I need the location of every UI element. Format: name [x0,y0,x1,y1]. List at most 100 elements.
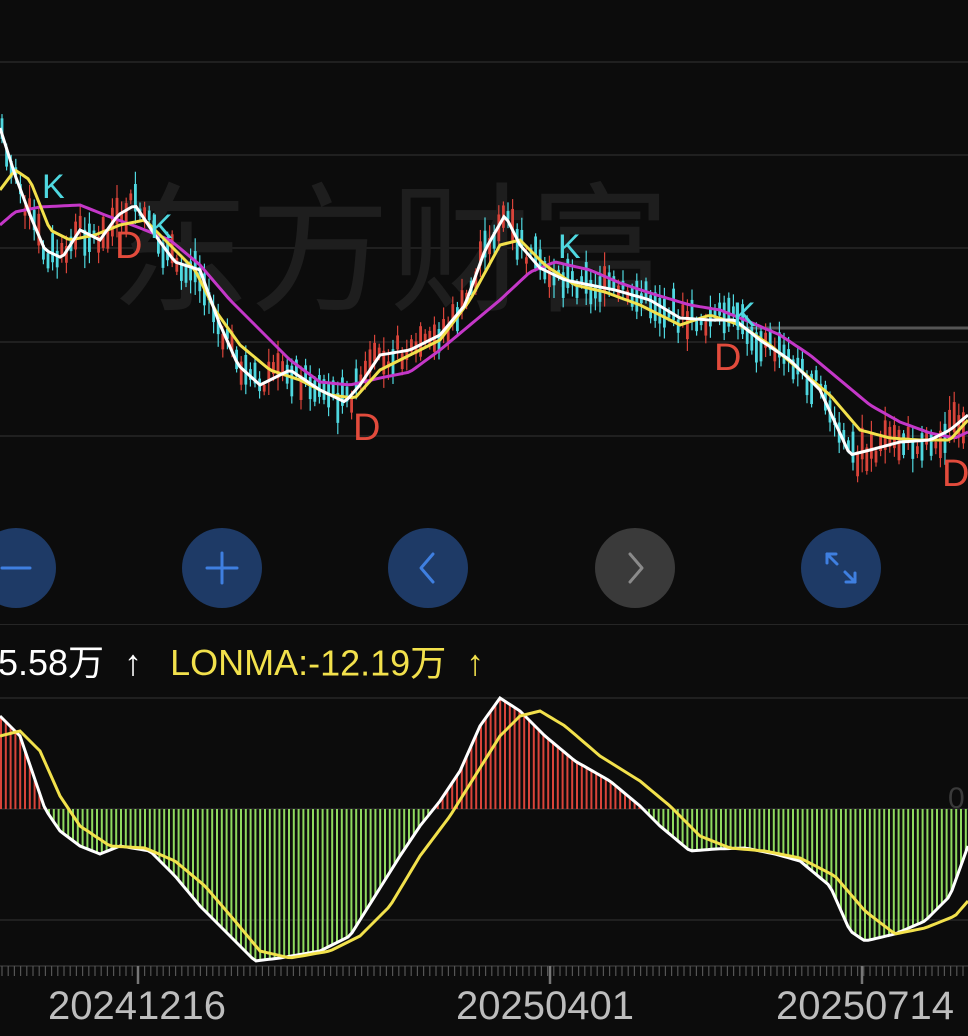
histogram-bar [508,704,511,809]
candle-body [129,193,133,201]
candle-body [870,433,873,459]
indicator-readout: -5.58万 ↑ LONMA:-12.19万 ↑ [0,636,968,686]
histogram-bar [940,809,943,905]
histogram-bar [201,809,204,909]
histogram-bar [216,809,218,923]
chevron-right-icon [628,552,644,584]
d-marker: D [942,453,968,495]
candle-body [51,233,54,263]
histogram-bar [148,809,151,851]
histogram-chart[interactable]: 0 [0,696,968,966]
lonma-label: LONMA: [170,642,309,684]
histogram-bar [139,809,142,850]
k-marker: K [558,228,581,266]
histogram-bar [696,809,698,851]
histogram-bar [912,809,914,927]
histogram-bar [24,750,26,809]
histogram-bar [955,809,958,879]
histogram-bar [662,809,665,829]
histogram-bar [345,809,348,938]
candle-body [525,257,528,264]
histogram-bar [844,809,847,922]
candle-body [373,342,376,362]
histogram-bar [796,809,799,861]
histogram-bar [537,729,540,809]
candle-body [313,380,317,402]
histogram-bar [840,809,842,911]
histogram-bar [686,809,689,849]
candle-body [695,320,698,332]
candlestick-chart[interactable]: 东方财富 KKKKDDDD [0,0,968,515]
zoom-out-button[interactable] [0,528,56,608]
candle-body [658,297,662,324]
histogram-bar [681,809,684,845]
histogram-bar [528,720,530,809]
histogram-bar [849,809,852,932]
histogram-bar [331,809,334,945]
zoom-in-button[interactable] [182,528,262,608]
histogram-bar [561,750,564,809]
histogram-bar [830,809,833,890]
chevron-left-icon [419,552,435,584]
histogram-bar [451,782,454,809]
candle-body [856,451,859,477]
histogram-bar [916,809,919,925]
fullscreen-button[interactable] [801,528,881,608]
histogram-bar [782,809,785,857]
histogram-bar [576,762,578,809]
histogram-bar [734,809,737,849]
histogram-bar [14,731,17,809]
scroll-left-button[interactable] [388,528,468,608]
histogram-bar [667,809,670,833]
histogram-bar [206,809,209,914]
minus-icon [0,566,32,570]
histogram-bar [254,809,257,961]
candle-body [180,265,183,281]
histogram-bar [883,809,886,937]
histogram-bar [897,809,900,933]
histogram-bar [484,717,487,809]
histogram-bar [182,809,185,887]
histogram-bar [76,809,79,845]
candle-body [184,265,188,283]
indicator-arrow-1: ↑ [124,642,143,684]
histogram-bar [120,809,122,847]
histogram-bar [878,809,881,938]
histogram-bar [960,809,962,866]
histogram-bar [211,809,214,919]
candle-body [920,433,924,461]
time-axis-labels: 20241216 20250401 20250714 [0,962,968,1036]
candle-body [681,304,685,316]
candle-body [106,231,110,249]
histogram-bar [28,764,31,809]
histogram-bar [134,809,137,849]
histogram-bar [302,809,305,954]
candle-body [55,250,59,268]
indicator-arrow-2: ↑ [466,642,485,684]
histogram-bar [811,809,814,872]
candle-body [897,429,901,461]
histogram-bar [264,809,266,960]
histogram-bar [753,809,756,850]
histogram-bar [504,701,506,809]
histogram-bar [609,781,612,809]
histogram-bar [355,809,358,927]
histogram-bar [187,809,190,892]
histogram-bar [571,758,574,809]
histogram-bar [340,809,343,941]
histogram-bar [259,809,262,961]
date-label: 20250401 [456,984,634,1028]
histogram-bar [792,809,794,860]
histogram-bar [801,809,804,864]
histogram-bar [614,785,617,809]
histogram-bar [672,809,674,837]
histogram-bar [364,809,367,911]
histogram-bar [744,809,746,848]
histogram-bar [244,809,247,952]
candle-body [419,326,422,357]
histogram-bar [748,809,751,849]
scroll-right-button[interactable] [595,528,675,608]
chart-toolbar [0,528,968,612]
histogram-bar [542,734,545,809]
histogram-bar [312,809,314,953]
